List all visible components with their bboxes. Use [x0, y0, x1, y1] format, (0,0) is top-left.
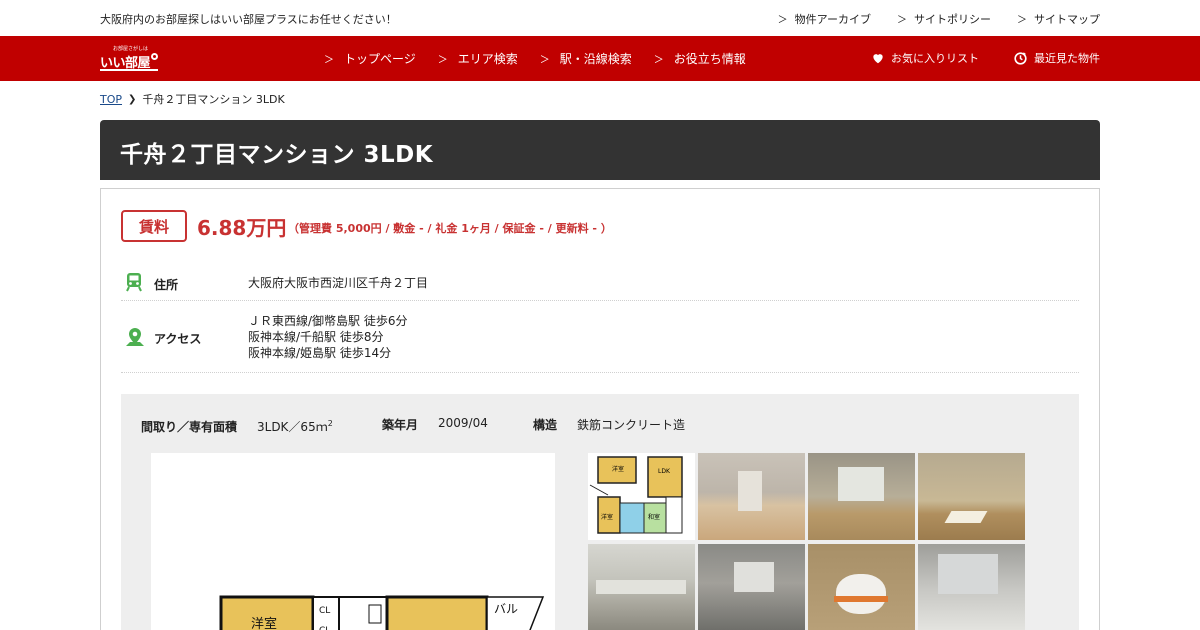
nav-item-area-search[interactable]: ＞ エリア検索 [438, 50, 518, 67]
recent-label: 最近見た物件 [1034, 52, 1100, 65]
archive-link[interactable]: ＞ 物件アーカイブ [778, 11, 871, 27]
thumbnail-bathroom[interactable] [698, 544, 805, 630]
utility-bar: 大阪府内のお部屋探しはいい部屋プラスにお任せください！ ＞ 物件アーカイブ ＞ サイ… [0, 0, 1200, 36]
train-icon [126, 273, 142, 292]
photo-counter [596, 580, 686, 594]
nav-item-top[interactable]: ＞ トップページ [324, 50, 416, 67]
recent-link[interactable]: 最近見た物件 [1013, 50, 1100, 66]
thumb-plan-label: 洋室 [612, 465, 624, 473]
photo-light-patch [944, 511, 988, 523]
nav-item-label: トップページ [344, 52, 416, 66]
heart-icon [873, 54, 883, 64]
layout-label: 間取り／専有面積 [141, 420, 238, 434]
layout-value: 3LDK／65ｍ2 [257, 418, 333, 435]
nav-user-links: お気に入りリスト 最近見た物件 [871, 50, 1100, 66]
map-pin-icon [126, 328, 144, 346]
access-line: 阪神本線/姫島駅 徒歩14分 [248, 346, 392, 360]
chevron-right-icon: ＞ [539, 55, 550, 66]
floorplan-closet-label: CL [319, 626, 330, 630]
rent-badge: 賃料 [121, 210, 187, 242]
breadcrumb-current: 千舟２丁目マンション 3LDK [142, 93, 285, 106]
access-line: ＪＲ東西線/御幣島駅 徒歩6分 [248, 314, 408, 328]
page-title: 千舟２丁目マンション 3LDK [120, 142, 434, 168]
access-row: アクセス ＪＲ東西線/御幣島駅 徒歩6分 阪神本線/千船駅 徒歩8分 阪神本線/… [121, 301, 1079, 373]
favorites-link[interactable]: お気に入りリスト [871, 50, 979, 66]
chevron-right-icon: ＞ [437, 55, 448, 66]
site-logo[interactable]: お部屋さがしは いい部屋 [100, 45, 160, 71]
floorplan-drawing: 洋室 CL CL バル [219, 595, 545, 630]
access-label: アクセス [154, 332, 202, 346]
floorplan-thumbnail-drawing: 洋室 LDK 洋室 和室 [589, 456, 683, 534]
favorites-label: お気に入りリスト [891, 52, 979, 65]
nav-item-station-search[interactable]: ＞ 駅・沿線検索 [540, 50, 632, 67]
photo-seat-band [834, 596, 888, 602]
main-floorplan-image[interactable]: 洋室 CL CL バル [151, 453, 555, 630]
thumbnail-hallway[interactable] [698, 453, 805, 540]
history-icon [1014, 51, 1027, 65]
thumbnail-washroom[interactable] [918, 544, 1025, 630]
sitemap-link-label: サイトマップ [1034, 13, 1100, 26]
breadcrumb-top-link[interactable]: TOP [100, 93, 122, 106]
nav-menu: ＞ トップページ ＞ エリア検索 ＞ 駅・沿線検索 ＞ お役立ち情報 [324, 50, 746, 67]
built-value: 2009/04 [438, 416, 488, 430]
photo-detail [738, 471, 762, 511]
policy-link-label: サイトポリシー [914, 13, 991, 26]
nav-item-label: お役立ち情報 [673, 52, 746, 66]
floorplan-closet-label: CL [319, 606, 330, 616]
chevron-right-icon: ＞ [1017, 15, 1027, 26]
policy-link[interactable]: ＞ サイトポリシー [897, 11, 991, 27]
chevron-right-icon: ＞ [777, 15, 788, 26]
access-value: ＪＲ東西線/御幣島駅 徒歩6分 阪神本線/千船駅 徒歩8分 阪神本線/姫島駅 徒… [248, 313, 408, 361]
rent-details: （管理費 5,000円 / 敷金 - / 礼金 1ヶ月 / 保証金 - / 更新… [288, 222, 612, 235]
nav-item-label: 駅・沿線検索 [559, 52, 632, 66]
archive-link-label: 物件アーカイブ [794, 13, 871, 26]
built-label: 築年月 [382, 418, 419, 432]
thumbnail-floorplan[interactable]: 洋室 LDK 洋室 和室 [588, 453, 695, 540]
photo-mirror [938, 554, 998, 594]
floorplan-balcony-label: バル [494, 602, 518, 616]
photo-window [734, 562, 774, 592]
photo-window [838, 467, 884, 501]
thumb-plan-label: LDK [658, 468, 671, 475]
chevron-right-icon: ❯ [128, 93, 137, 105]
thumb-plan-label: 洋室 [601, 513, 613, 521]
main-nav: お部屋さがしは いい部屋 ＞ トップページ ＞ エリア検索 ＞ 駅・沿線検索 ＞ お役立… [0, 36, 1200, 81]
logo-underline [100, 69, 158, 71]
layout-unit-sup: 2 [327, 419, 333, 428]
logo-mark-icon [151, 53, 158, 60]
thumbnail-bedroom[interactable] [918, 453, 1025, 540]
chevron-right-icon: ＞ [324, 55, 334, 66]
photo-toilet [836, 574, 886, 614]
property-title-bar: 千舟２丁目マンション 3LDK [100, 120, 1100, 180]
utility-links: ＞ 物件アーカイブ ＞ サイトポリシー ＞ サイトマップ [778, 11, 1100, 27]
sitemap-link[interactable]: ＞ サイトマップ [1017, 11, 1100, 27]
address-label: 住所 [154, 278, 179, 292]
thumbnail-kitchen[interactable] [588, 544, 695, 630]
spec-box: 間取り／専有面積 3LDK／65ｍ2 築年月 2009/04 構造 鉄筋コンクリ… [121, 394, 1079, 630]
address-value: 大阪府大阪市西淀川区千舟２丁目 [248, 276, 429, 290]
rent-price: 6.88万円 [197, 216, 287, 240]
thumbnail-toilet[interactable] [808, 544, 915, 630]
chevron-right-icon: ＞ [897, 15, 907, 26]
access-line: 阪神本線/千船駅 徒歩8分 [248, 330, 384, 344]
logo-tagline: お部屋さがしは [113, 46, 149, 52]
structure-label: 構造 [533, 418, 558, 432]
structure-value: 鉄筋コンクリート造 [577, 418, 686, 432]
breadcrumb: TOP ❯ 千舟２丁目マンション 3LDK [100, 91, 285, 107]
floorplan-room-label: 洋室 [251, 616, 277, 630]
address-row: 住所 大阪府大阪市西淀川区千舟２丁目 [121, 262, 1079, 301]
thumbnail-living-room[interactable] [808, 453, 915, 540]
layout-value-text: 3LDK／65ｍ [257, 420, 328, 434]
photo-thumbnail-grid: 洋室 LDK 洋室 和室 [588, 453, 1025, 630]
chevron-right-icon: ＞ [653, 55, 664, 66]
nav-item-tips[interactable]: ＞ お役立ち情報 [654, 50, 746, 67]
nav-item-label: エリア検索 [457, 52, 518, 66]
site-tagline: 大阪府内のお部屋探しはいい部屋プラスにお任せください！ [100, 13, 397, 26]
property-detail-panel: 賃料 6.88万円 （管理費 5,000円 / 敷金 - / 礼金 1ヶ月 / … [100, 188, 1100, 630]
thumb-plan-label: 和室 [648, 513, 660, 521]
